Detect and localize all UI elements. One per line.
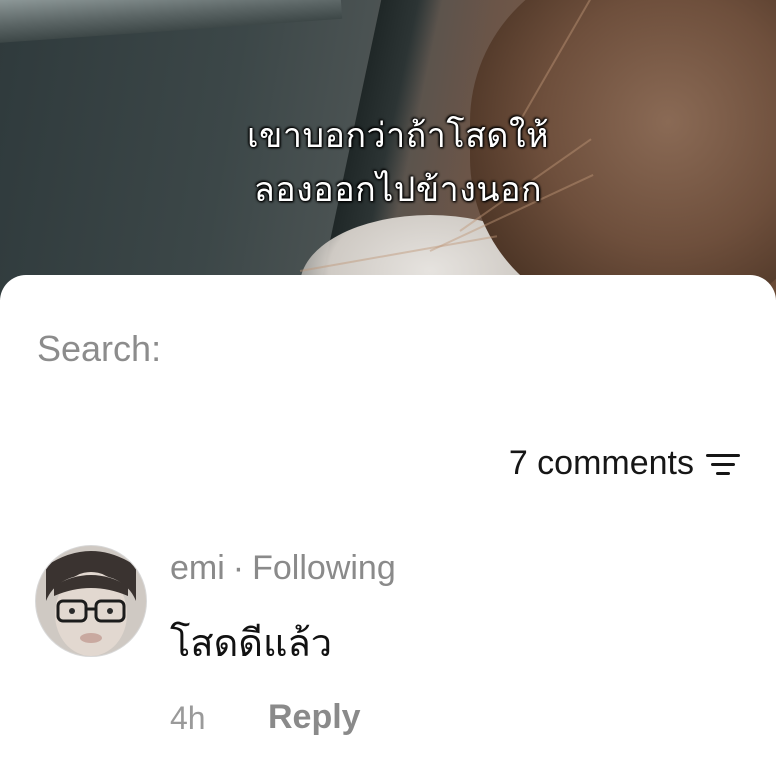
following-label: Following — [252, 549, 396, 587]
video-caption-line-1: เขาบอกว่าถ้าโสดให้ — [246, 116, 549, 156]
filter-lines-icon[interactable] — [705, 451, 741, 479]
avatar-portrait-icon — [36, 546, 146, 656]
meta-separator: · — [232, 549, 245, 587]
search-label[interactable]: Search: — [37, 328, 161, 370]
comment-text: โสดดีแล้ว — [170, 621, 333, 665]
avatar[interactable] — [35, 545, 147, 657]
comment-timestamp: 4h — [170, 700, 206, 736]
car-door-trim — [0, 0, 343, 44]
video-caption-line-2: ลองออกไปข้างนอก — [253, 170, 543, 210]
comment-meta: emi · Following — [170, 549, 396, 588]
reply-button[interactable]: Reply — [268, 698, 361, 737]
comment-username[interactable]: emi — [170, 549, 225, 587]
comments-count: 7 comments — [508, 444, 694, 482]
